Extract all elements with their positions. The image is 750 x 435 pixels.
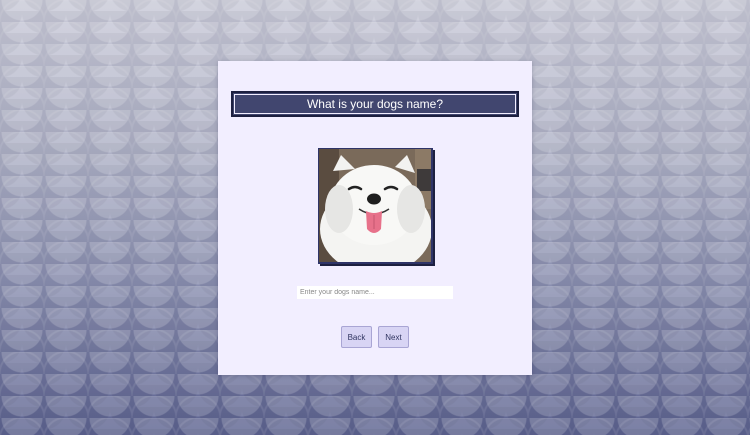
dog-photo xyxy=(318,148,433,264)
dog-name-input[interactable] xyxy=(297,286,453,299)
back-button[interactable]: Back xyxy=(341,326,372,348)
next-button[interactable]: Next xyxy=(378,326,409,348)
dog-illustration xyxy=(319,149,431,262)
question-title: What is your dogs name? xyxy=(306,97,444,111)
question-card: What is your dogs name? Enter your dogs … xyxy=(218,61,532,375)
title-bar: What is your dogs name? xyxy=(231,91,519,117)
